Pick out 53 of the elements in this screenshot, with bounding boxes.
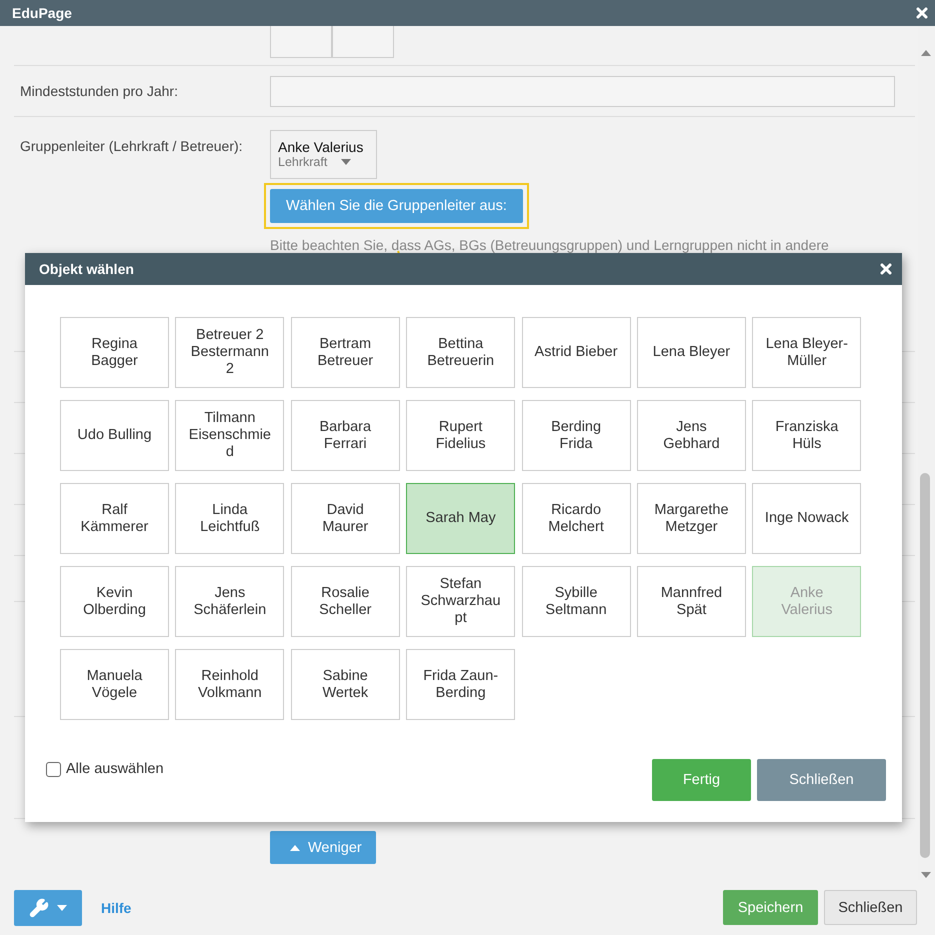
- person-tile[interactable]: Lena Bleyer-Müller: [752, 317, 862, 388]
- person-tile[interactable]: Reinhold Volkmann: [175, 649, 284, 720]
- person-tile[interactable]: Berding Frida: [522, 400, 631, 471]
- scroll-up-icon: [921, 50, 931, 56]
- person-tile[interactable]: Astrid Bieber: [522, 317, 631, 388]
- person-tile[interactable]: Jens Gebhard: [636, 400, 746, 471]
- person-tile[interactable]: Sarah May: [406, 483, 516, 554]
- person-tile[interactable]: Lena Bleyer: [636, 317, 746, 388]
- person-tile[interactable]: Frida Zaun-Berding: [406, 649, 516, 720]
- caret-icon: [57, 904, 67, 910]
- person-tile[interactable]: Barbara Ferrari: [290, 400, 400, 471]
- person-tile[interactable]: Rupert Fidelius: [406, 400, 516, 471]
- person-tile[interactable]: Franziska Hüls: [752, 400, 862, 471]
- person-tile[interactable]: Betreuer 2 Bestermann 2: [175, 317, 284, 388]
- person-tile[interactable]: Tilmann Eisenschmied: [175, 400, 284, 471]
- scroll-down-icon: [921, 872, 931, 878]
- caret-icon: [341, 159, 352, 165]
- person-tile[interactable]: Sabine Wertek: [290, 649, 400, 720]
- close-button[interactable]: Schließen: [824, 890, 917, 925]
- person-tile[interactable]: Kevin Olberding: [60, 566, 169, 637]
- wrench-icon: [29, 898, 49, 918]
- close-icon[interactable]: [880, 263, 892, 275]
- select-all-checkbox[interactable]: [46, 762, 61, 776]
- person-tile[interactable]: Margarethe Metzger: [636, 483, 746, 554]
- person-tile[interactable]: David Maurer: [290, 483, 400, 554]
- person-tile[interactable]: Ricardo Melchert: [522, 483, 631, 554]
- person-tile[interactable]: Manuela Vögele: [60, 649, 169, 720]
- person-tile[interactable]: Mannfred Spät: [636, 566, 746, 637]
- caret-icon: [290, 844, 300, 850]
- person-tile[interactable]: Inge Nowack: [752, 483, 862, 554]
- person-tile[interactable]: Udo Bulling: [60, 400, 169, 471]
- close-icon[interactable]: [916, 7, 928, 19]
- window-title: EduPage: [12, 5, 72, 21]
- field-label: Gruppenleiter (Lehrkraft / Betreuer):: [19, 137, 244, 156]
- person-tile[interactable]: Sybille Seltmann: [522, 566, 631, 637]
- leader-dropdown[interactable]: Anke Valerius Lehrkraft: [270, 130, 377, 179]
- person-tile[interactable]: Bertram Betreuer: [290, 317, 400, 388]
- checkbox-label: Alle auswählen: [66, 761, 164, 777]
- field-label: Mindeststunden pro Jahr:: [19, 83, 179, 99]
- input-field[interactable]: [270, 26, 332, 58]
- dialog-title: Objekt wählen: [39, 261, 134, 277]
- tools-button[interactable]: [14, 890, 82, 926]
- person-tile[interactable]: Stefan Schwarzhaupt: [406, 566, 516, 637]
- person-tile[interactable]: Rosalie Scheller: [290, 566, 400, 637]
- input-field[interactable]: [270, 76, 895, 106]
- person-tile[interactable]: Ralf Kämmerer: [60, 483, 169, 554]
- scrollbar-thumb[interactable]: [920, 473, 930, 858]
- person-tile[interactable]: Linda Leichtfuß: [175, 483, 284, 554]
- input-field[interactable]: [332, 26, 394, 58]
- person-tile[interactable]: Bettina Betreuerin: [406, 317, 516, 388]
- person-tile[interactable]: Jens Schäferlein: [175, 566, 284, 637]
- person-tile[interactable]: Regina Bagger: [60, 317, 169, 388]
- hint-text: Bitte beachten Sie, dass AGs, BGs (Betreuungsgruppen) und Lerngruppen nicht in andere: [270, 237, 829, 253]
